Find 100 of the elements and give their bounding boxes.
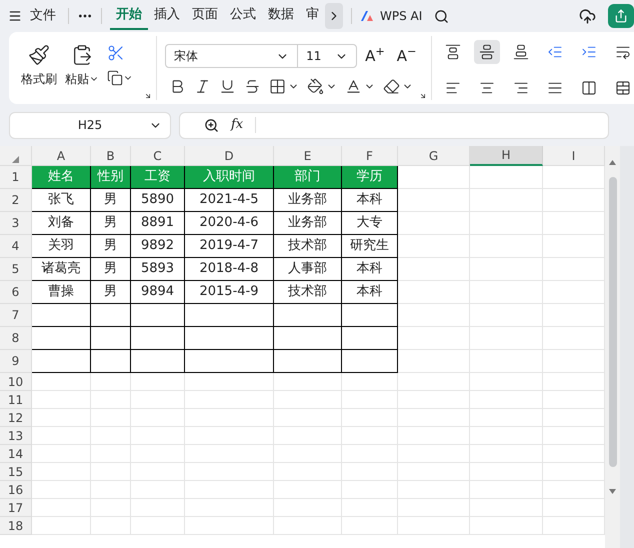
table-cell: 技术部 [274,235,342,258]
row-number[interactable]: 16 [0,481,32,499]
table-cell: 人事部 [274,258,342,281]
row-number[interactable]: 9 [0,350,32,373]
vertical-scrollbar[interactable] [605,146,620,548]
launcher-icon[interactable] [144,92,152,100]
copy-icon[interactable] [107,70,123,86]
empty-cell[interactable] [342,327,398,350]
alignment-icon [581,44,598,60]
row-number[interactable]: 10 [0,373,32,391]
empty-cell[interactable] [91,350,131,373]
row-number[interactable]: 2 [0,189,32,212]
scroll-down-icon[interactable] [609,489,616,494]
table-cell: 刘备 [32,212,91,235]
empty-cell[interactable] [342,304,398,327]
empty-cell[interactable] [274,304,342,327]
table-cell: 曹操 [32,281,91,304]
file-menu[interactable]: 文件 [26,6,60,26]
alignment-icon [479,80,496,96]
ribbon-tab[interactable]: 插入 [148,2,186,30]
clipboard-icon [71,44,93,66]
scissors-icon[interactable] [107,44,125,62]
borders-icon [269,78,286,94]
format-painter-button[interactable]: 格式刷 [21,44,57,100]
font-color-icon [345,78,362,94]
font-size-step-button[interactable]: A$^{+}$ [361,44,389,68]
ribbon-tab[interactable]: 公式 [224,2,262,30]
table-cell: 男 [91,212,131,235]
table-cell: 5890 [131,189,185,212]
cloud-upload-icon[interactable] [579,8,596,24]
alignment-icon [513,44,530,60]
strikethrough-icon [244,78,262,94]
table-cell: 2019-4-7 [185,235,274,258]
share-button[interactable] [608,4,634,28]
paste-button[interactable]: 粘贴 [65,44,99,100]
table-cell: 男 [91,258,131,281]
table-cell: 大专 [342,212,398,235]
header-cell: 入职时间 [185,166,274,189]
search-icon[interactable] [434,8,450,24]
name-box[interactable]: H25 [9,112,171,138]
menu-icon[interactable] [8,9,22,23]
empty-cell[interactable] [131,327,185,350]
formula-input[interactable]: fx [179,112,609,138]
row-number[interactable]: 7 [0,304,32,327]
row-number[interactable]: 3 [0,212,32,235]
empty-cell[interactable] [91,327,131,350]
empty-cell[interactable] [342,350,398,373]
table-cell: 关羽 [32,235,91,258]
row-number[interactable]: 18 [0,517,32,535]
ribbon-tab[interactable]: 数据 [262,2,300,30]
empty-cell[interactable] [91,304,131,327]
row-number[interactable]: 8 [0,327,32,350]
row-number[interactable]: 17 [0,499,32,517]
empty-cell[interactable] [131,304,185,327]
zoom-icon[interactable] [204,118,219,132]
table-cell: 诸葛亮 [32,258,91,281]
ribbon-tab[interactable]: 开始 [110,2,148,30]
empty-cell[interactable] [185,327,274,350]
row-number[interactable]: 1 [0,166,32,189]
empty-cell[interactable] [274,327,342,350]
empty-cell[interactable] [274,350,342,373]
empty-cell[interactable] [185,350,274,373]
row-number[interactable]: 4 [0,235,32,258]
scroll-up-icon[interactable] [609,160,616,165]
ribbon-tab[interactable]: 审 [300,2,325,30]
scroll-tabs-button[interactable] [325,3,343,29]
row-number[interactable]: 15 [0,463,32,481]
alignment-icon [547,44,564,60]
ribbon-tab[interactable]: 页面 [186,2,224,30]
table-cell: 2020-4-6 [185,212,274,235]
header-cell: 部门 [274,166,342,189]
wps-ai-button[interactable]: WPS AI [360,7,422,25]
row-number[interactable]: 11 [0,391,32,409]
row-number[interactable]: 12 [0,409,32,427]
ai-logo-icon [360,10,376,22]
table-cell: 研究生 [342,235,398,258]
function-label[interactable]: fx [231,115,244,135]
fill-color-icon [307,78,324,94]
row-number[interactable]: 5 [0,258,32,281]
table-cell: 2021-4-5 [185,189,274,212]
select-all-icon[interactable] [12,156,19,163]
row-number[interactable]: 13 [0,427,32,445]
row-number[interactable]: 14 [0,445,32,463]
table-cell: 2015-4-9 [185,281,274,304]
row-number[interactable]: 6 [0,281,32,304]
launcher-icon[interactable] [419,92,428,100]
eraser-icon [383,78,400,94]
alignment-icon [581,80,598,96]
alignment-button[interactable] [474,40,500,64]
alignment-icon [615,44,632,60]
alignment-icon [513,80,530,96]
empty-cell[interactable] [131,350,185,373]
font-size-step-button[interactable]: A$^{−}$ [392,44,420,68]
empty-cell[interactable] [185,304,274,327]
alignment-icon [479,44,496,60]
table-cell: 5893 [131,258,185,281]
column-header[interactable]: H [470,146,543,166]
alignment-icon [615,80,632,96]
alignment-icon [547,80,564,96]
scroll-thumb[interactable] [608,177,616,467]
